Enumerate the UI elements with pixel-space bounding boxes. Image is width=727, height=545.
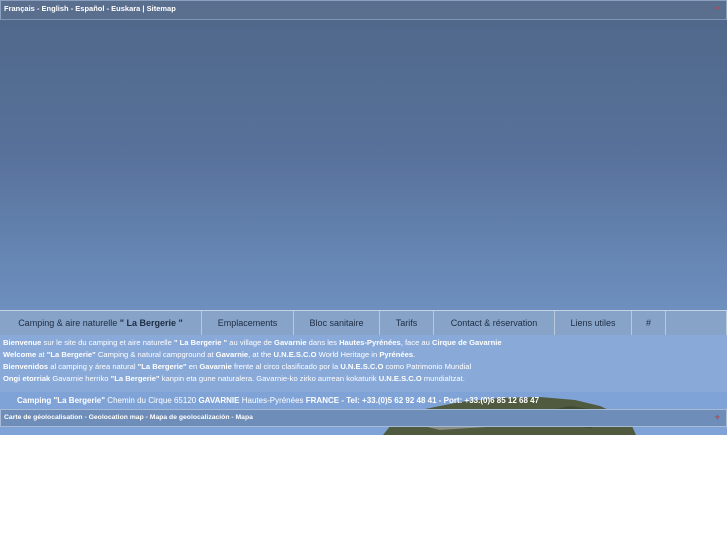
nav-item-label: Camping & aire naturelle [18,318,120,328]
welcome-line-es: Bienvenidos al camping y área natural "L… [3,362,472,371]
welcome-panel: Bienvenue sur le site du camping et aire… [0,335,727,392]
nav-item-camping[interactable]: Camping & aire naturelle " La Bergerie " [0,311,202,335]
header-background-photo: Français - English - Español - Euskara |… [0,0,727,435]
address-street: Chemin du Cirque 65120 [105,396,199,405]
welcome-line-eu: Ongi etorriak Gavarnie herriko "La Berge… [3,374,465,383]
geolocation-map-bar: Carte de géolocalisation - Geolocation m… [0,409,727,427]
address-phone: FRANCE - Tel: +33.(0)5 62 92 48 41 - Por… [305,396,540,405]
address-region: Hautes-Pyrénées [239,396,306,405]
language-bar: Français - English - Español - Euskara |… [0,0,727,20]
nav-item-contact[interactable]: Contact & réservation [434,311,555,335]
nav-item-tarifs[interactable]: Tarifs [380,311,434,335]
address-town: GAVARNIE [198,396,240,405]
nav-item-label-bold: " La Bergerie " [119,318,183,328]
welcome-line-fr: Bienvenue sur le site du camping et aire… [3,338,502,347]
lang-link-francais[interactable]: Français [4,4,35,13]
nav-item-liens-utiles[interactable]: Liens utiles [555,311,632,335]
plus-icon[interactable]: + [715,4,720,13]
language-links: Français - English - Español - Euskara |… [4,4,176,13]
main-navigation: Camping & aire naturelle " La Bergerie "… [0,310,727,336]
nav-item-hash[interactable]: # [632,311,666,335]
plus-icon[interactable]: + [715,413,720,422]
contact-address-line: Camping "La Bergerie" Chemin du Cirque 6… [0,396,727,408]
geolocation-map-link[interactable]: Carte de géolocalisation - Geolocation m… [4,414,253,421]
separator: - [34,4,42,13]
lang-link-euskara[interactable]: Euskara [111,4,140,13]
lang-link-english[interactable]: English [42,4,69,13]
lang-link-espanol[interactable]: Español [75,4,104,13]
camping-name: Camping "La Bergerie" [17,396,106,405]
nav-item-emplacements[interactable]: Emplacements [202,311,294,335]
welcome-line-en: Welcome at "La Bergerie" Camping & natur… [3,350,416,359]
sitemap-link[interactable]: Sitemap [147,4,176,13]
nav-item-bloc-sanitaire[interactable]: Bloc sanitaire [294,311,380,335]
nav-item-empty[interactable] [666,311,727,335]
